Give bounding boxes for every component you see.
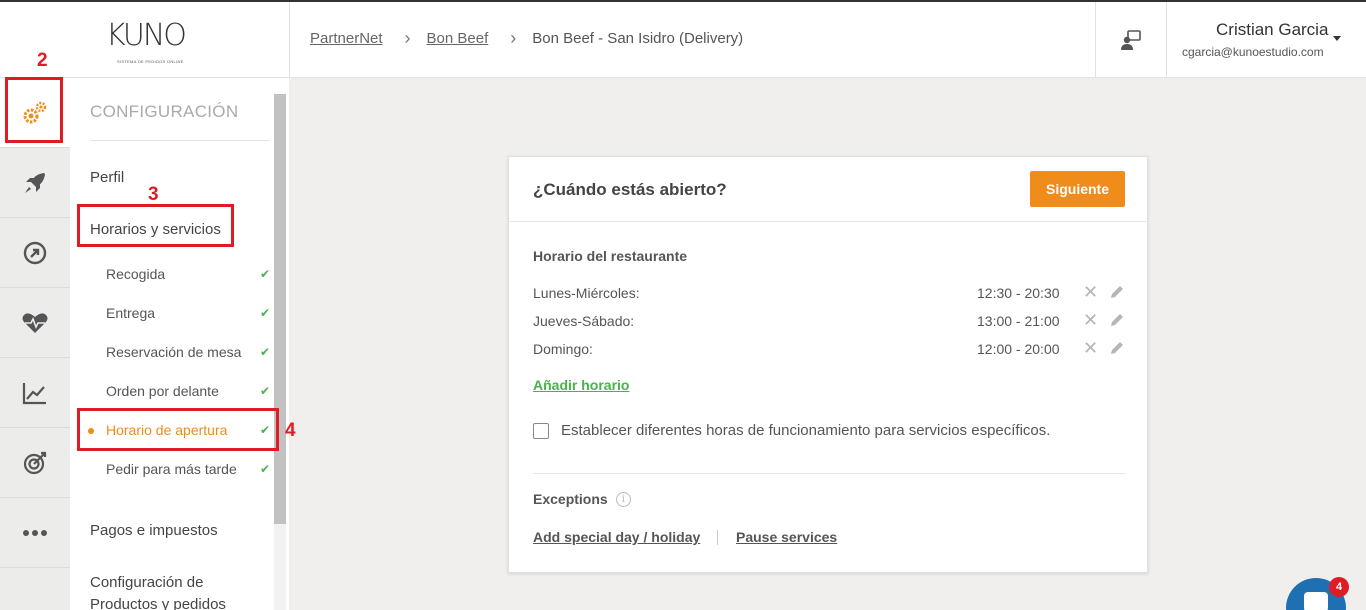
edit-icon[interactable] [1109, 312, 1125, 328]
rocket-icon [25, 172, 45, 193]
divider [533, 473, 1125, 474]
support-agent-icon [1121, 30, 1141, 50]
nav-perfil[interactable]: Perfil [90, 167, 124, 189]
nav-config-line1: Configuración de [90, 574, 204, 591]
schedule-days: Lunes-Miércoles: [533, 285, 640, 301]
schedule-time: 13:00 - 21:00 [977, 313, 1060, 329]
schedule-time: 12:00 - 20:00 [977, 341, 1060, 357]
annotation-box [77, 408, 279, 451]
chat-icon [1304, 592, 1328, 610]
rail-reports[interactable] [0, 358, 70, 428]
settings-panel: CONFIGURACIÓN Perfil Horarios y servicio… [70, 78, 289, 610]
breadcrumb-current: Bon Beef - San Isidro (Delivery) [532, 30, 744, 47]
nav-configuracion-productos[interactable]: Configuración de Productos y pedidos [90, 572, 226, 610]
icon-rail [0, 78, 70, 610]
schedule-days: Jueves-Sábado: [533, 313, 635, 329]
check-icon: ✔ [260, 345, 271, 359]
section-title: Horario del restaurante [533, 248, 688, 264]
user-email: cgarcia@kunoestudio.com [1182, 45, 1324, 59]
more-dots-icon [23, 529, 47, 536]
chat-unread-badge: 4 [1329, 577, 1349, 597]
rail-more[interactable] [0, 498, 70, 568]
annotation-box [77, 204, 234, 247]
divider [90, 140, 270, 141]
exceptions-title: Exceptions [533, 491, 608, 507]
opening-hours-card: ¿Cuándo estás abierto? Siguiente Horario… [508, 156, 1148, 573]
breadcrumb-bon-beef[interactable]: Bon Beef [427, 30, 489, 47]
check-icon: ✔ [260, 384, 271, 398]
rail-health[interactable] [0, 288, 70, 358]
user-name[interactable]: Cristian Garcia [1216, 20, 1328, 40]
schedule-days: Domingo: [533, 341, 593, 357]
nav-config-line2: Productos y pedidos [90, 595, 226, 610]
logo-area[interactable]: KUNO SISTEMA DE PEDIDOS ONLINE [70, 2, 290, 78]
specific-hours-checkbox[interactable] [533, 423, 549, 439]
nav-sub-orden[interactable]: Orden por delante [106, 383, 219, 399]
card-header: ¿Cuándo estás abierto? Siguiente [509, 157, 1147, 222]
logo-tagline: SISTEMA DE PEDIDOS ONLINE [117, 59, 184, 64]
chart-line-icon [22, 382, 46, 404]
pause-services-link[interactable]: Pause services [736, 529, 837, 545]
nav-sub-recogida[interactable]: Recogida [106, 266, 165, 282]
rail-launch[interactable] [0, 148, 70, 218]
annotation-number: 4 [285, 420, 296, 441]
chevron-right-icon: › [510, 28, 517, 48]
delete-icon[interactable]: ✕ [1083, 283, 1098, 301]
add-special-day-link[interactable]: Add special day / holiday [533, 529, 700, 545]
checkbox-label: Establecer diferentes horas de funcionam… [561, 422, 1051, 439]
nav-sub-reservacion[interactable]: Reservación de mesa [106, 344, 241, 360]
delete-icon[interactable]: ✕ [1083, 339, 1098, 357]
scrollbar[interactable] [274, 94, 286, 610]
edit-icon[interactable] [1109, 284, 1125, 300]
rail-marketing[interactable] [0, 428, 70, 498]
check-icon: ✔ [260, 306, 271, 320]
panel-title: CONFIGURACIÓN [90, 102, 239, 121]
nav-sub-pedir-tarde[interactable]: Pedir para más tarde [106, 461, 237, 477]
next-button[interactable]: Siguiente [1030, 171, 1125, 207]
compass-arrow-icon [23, 241, 47, 264]
schedule-time: 12:30 - 20:30 [977, 285, 1060, 301]
info-icon[interactable]: i [616, 492, 631, 507]
breadcrumb: PartnerNet › Bon Beef › Bon Beef - San I… [310, 28, 743, 49]
caret-down-icon[interactable] [1333, 36, 1341, 41]
annotation-box [5, 77, 63, 143]
top-bar: KUNO SISTEMA DE PEDIDOS ONLINE PartnerNe… [0, 0, 1366, 78]
nav-pagos[interactable]: Pagos e impuestos [90, 520, 218, 542]
check-icon: ✔ [260, 267, 271, 281]
nav-sub-entrega[interactable]: Entrega [106, 305, 155, 321]
check-icon: ✔ [260, 462, 271, 476]
chevron-right-icon: › [404, 28, 411, 48]
heart-pulse-icon [22, 312, 48, 333]
logo: KUNO [106, 18, 187, 53]
divider [717, 530, 718, 545]
scrollbar-thumb[interactable] [274, 94, 286, 524]
card-title: ¿Cuándo estás abierto? [533, 180, 727, 199]
target-icon [23, 451, 47, 474]
add-schedule-link[interactable]: Añadir horario [533, 377, 629, 393]
breadcrumb-partnernet[interactable]: PartnerNet [310, 30, 383, 47]
annotation-number: 2 [37, 50, 48, 71]
support-button[interactable] [1095, 2, 1167, 78]
annotation-number: 3 [148, 184, 159, 205]
rail-growth[interactable] [0, 218, 70, 288]
delete-icon[interactable]: ✕ [1083, 311, 1098, 329]
edit-icon[interactable] [1109, 340, 1125, 356]
